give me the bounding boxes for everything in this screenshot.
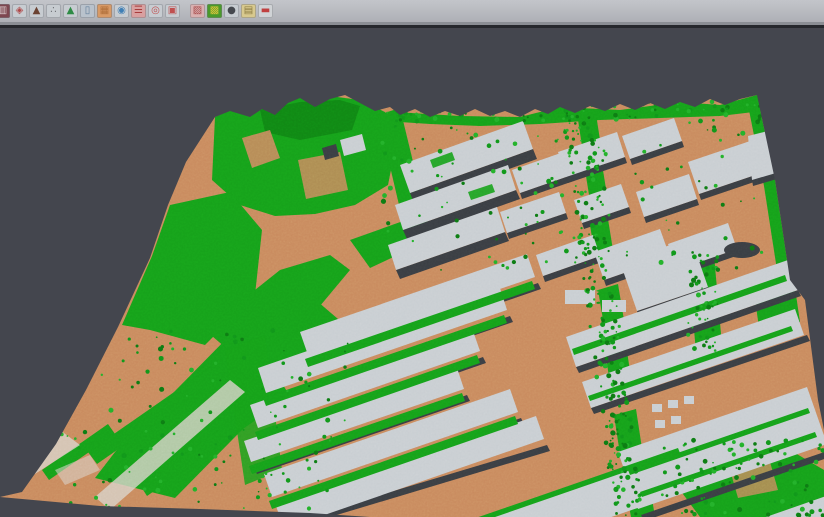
point-cloud-scene <box>0 28 824 517</box>
fit-points-icon[interactable]: ◈ <box>12 4 27 18</box>
layers-icon[interactable]: ▥ <box>0 4 10 18</box>
app-window: ▥◈▲∴▲▯▦◉☰◎▣▨▩●▤▬ <box>0 0 824 517</box>
target-icon[interactable]: ◎ <box>148 4 163 18</box>
dark-sphere-icon[interactable]: ● <box>224 4 239 18</box>
points-icon[interactable]: ∴ <box>46 4 61 18</box>
raster-icon[interactable]: ▨ <box>190 4 205 18</box>
column-icon[interactable]: ▯ <box>80 4 95 18</box>
red-list-icon[interactable]: ☰ <box>131 4 146 18</box>
selection-box-icon[interactable]: ▣ <box>165 4 180 18</box>
history-icon[interactable]: ▤ <box>241 4 256 18</box>
classification-icon[interactable]: ▩ <box>207 4 222 18</box>
toolbar-icons: ▥◈▲∴▲▯▦◉☰◎▣▨▩●▤▬ <box>0 4 273 18</box>
orthophoto-icon[interactable]: ▦ <box>97 4 112 18</box>
toolbar: ▥◈▲∴▲▯▦◉☰◎▣▨▩●▤▬ <box>0 0 824 22</box>
flag-icon[interactable]: ▬ <box>258 4 273 18</box>
globe-icon[interactable]: ◉ <box>114 4 129 18</box>
viewport-3d[interactable] <box>0 28 824 517</box>
terrain-icon[interactable]: ▲ <box>29 4 44 18</box>
mesh-hill-icon[interactable]: ▲ <box>63 4 78 18</box>
